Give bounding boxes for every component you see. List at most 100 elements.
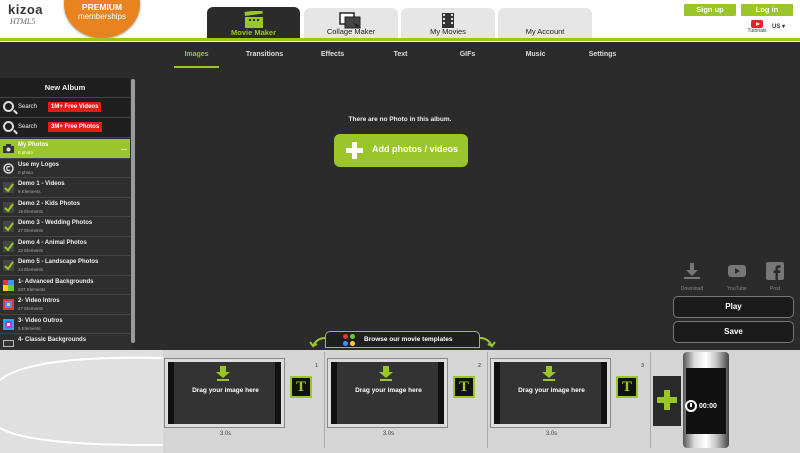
timeline-slot-1[interactable]: Drag your image here T 1 3.0s [163, 359, 326, 437]
timeline-slot-3[interactable]: Drag your image here T 3 3.0s [489, 359, 652, 437]
tab-my-account-label: My Account [525, 27, 565, 36]
chevron-right-icon [480, 337, 496, 348]
play-button[interactable]: Play [673, 296, 794, 318]
drag-label: Drag your image here [355, 387, 422, 394]
album-count: 47 Elements [18, 306, 44, 311]
search-label: Search [18, 124, 38, 130]
album-name: 3- Video Outros [18, 317, 63, 324]
album-name: Use my Logos [18, 161, 60, 168]
album-demo-1[interactable]: Demo 1 - Videos 6 Elements [0, 178, 130, 198]
album-video-outros[interactable]: 3- Video Outros 5 Elements [0, 315, 130, 334]
slot-duration[interactable]: 3.0s [326, 431, 451, 437]
album-use-my-logos[interactable]: Use my Logos 0 photo [0, 159, 130, 178]
album-demo-5[interactable]: Demo 5 - Landscape Photos 14 Elements [0, 256, 130, 276]
tutorials-label: Tutorials [747, 28, 767, 34]
subtab-gifs[interactable]: GIFs [445, 51, 490, 58]
check-icon [3, 182, 14, 193]
album-count: 27 Elements [18, 228, 44, 233]
new-album-button[interactable]: New Album [0, 78, 130, 98]
subtab-transitions[interactable]: Transitions [242, 51, 287, 58]
add-text-button[interactable]: T [453, 376, 475, 398]
subtab-text[interactable]: Text [378, 51, 423, 58]
sidebar-scrollbar[interactable] [131, 79, 135, 343]
download-button[interactable]: Download [677, 262, 707, 292]
check-icon [3, 201, 14, 213]
subtab-settings[interactable]: Settings [580, 51, 625, 58]
album-count: 6 Elements [18, 189, 41, 194]
search-label: Search [18, 104, 38, 110]
search-videos-row[interactable]: Search 1M+ Free Videos [0, 98, 130, 118]
album-name: My Photos [18, 142, 49, 148]
album-count: 0 photo [18, 169, 34, 175]
drag-arrow-icon [379, 366, 393, 381]
add-photos-videos-button[interactable]: Add photos / videos [334, 134, 468, 167]
drag-arrow-icon [542, 366, 556, 381]
album-video-intros[interactable]: 2- Video Intros 47 Elements [0, 295, 130, 315]
album-name: 1- Advanced Backgrounds [18, 278, 94, 285]
tab-collage-maker[interactable]: Collage Maker [304, 8, 398, 39]
subtab-images[interactable]: Images [174, 51, 219, 58]
browse-templates-button[interactable]: Browse our movie templates [325, 331, 480, 348]
check-icon [3, 221, 14, 232]
active-subtab-indicator [174, 66, 219, 68]
browse-templates-label: Browse our movie templates [364, 336, 453, 343]
post-label: Post [769, 286, 780, 292]
youtube-icon [728, 265, 746, 277]
tab-my-movies[interactable]: My Movies [401, 8, 495, 39]
top-bar: kizoa HTML5 PREMIUM memberships Movie Ma… [0, 0, 800, 42]
slot-duration[interactable]: 3.0s [163, 431, 288, 437]
subtab-music[interactable]: Music [513, 51, 558, 58]
facebook-post-button[interactable]: Post [760, 262, 790, 292]
youtube-share-button[interactable]: YouTube [722, 262, 752, 292]
drag-label: Drag your image here [518, 387, 585, 394]
album-my-photos[interactable]: My Photos 0 photo ... [0, 139, 130, 159]
add-text-button[interactable]: T [290, 376, 312, 398]
album-demo-3[interactable]: Demo 3 - Wedding Photos 27 Elements [0, 217, 130, 237]
copyright-icon [3, 162, 14, 174]
add-slot-button[interactable] [653, 376, 681, 426]
film-reel-end: 00:00 [683, 352, 729, 448]
album-name: Demo 2 - Kids Photos [18, 200, 81, 207]
album-name: Demo 5 - Landscape Photos [18, 259, 99, 265]
album-count: 19 Elements [18, 208, 44, 214]
slot-duration[interactable]: 3.0s [489, 431, 614, 437]
save-button[interactable]: Save [673, 321, 794, 343]
youtube-icon [751, 20, 763, 28]
plus-icon [346, 142, 363, 159]
tab-movie-maker[interactable]: Movie Maker [207, 7, 300, 40]
plus-icon [657, 390, 677, 410]
facebook-icon [766, 262, 784, 280]
album-count: 207 Elements [18, 286, 46, 292]
timeline-slot-2[interactable]: Drag your image here T 2 3.0s [326, 359, 489, 437]
add-text-button[interactable]: T [616, 376, 638, 398]
album-demo-4[interactable]: Demo 4 - Animal Photos 22 Elements [0, 237, 130, 256]
chevron-left-icon [309, 337, 325, 348]
signup-button[interactable]: Sign up [684, 4, 736, 16]
language-selector[interactable]: US ▾ [772, 23, 785, 30]
slot-divider [650, 352, 651, 448]
tutorials-link[interactable]: Tutorials [745, 20, 769, 34]
premium-memberships-badge[interactable]: PREMIUM memberships [64, 0, 140, 38]
album-demo-2[interactable]: Demo 2 - Kids Photos 19 Elements [0, 198, 130, 217]
drag-label: Drag your image here [192, 387, 259, 394]
album-count: 14 Elements [18, 267, 44, 272]
album-options-icon[interactable]: ... [121, 145, 127, 152]
download-icon [684, 263, 700, 279]
language-label: US [772, 24, 781, 30]
login-button[interactable]: Log in [741, 4, 793, 16]
logo-text: kizoa [8, 2, 44, 17]
kizoa-logo[interactable]: kizoa HTML5 [8, 2, 60, 26]
tab-my-account[interactable]: My Account [498, 8, 592, 39]
video-outro-icon [3, 318, 14, 330]
search-icon [3, 101, 14, 112]
tab-movie-maker-label: Movie Maker [230, 28, 277, 37]
subtab-effects[interactable]: Effects [310, 51, 355, 58]
premium-subtitle: memberships [77, 12, 126, 21]
slot-number: 1 [315, 363, 319, 369]
album-count: 22 Elements [18, 247, 44, 253]
video-intro-icon [3, 299, 14, 310]
album-advanced-backgrounds[interactable]: 1- Advanced Backgrounds 207 Elements [0, 276, 130, 295]
templates-icon [343, 334, 355, 346]
search-photos-row[interactable]: Search 3M+ Free Photos [0, 118, 130, 138]
header-divider [0, 38, 800, 41]
